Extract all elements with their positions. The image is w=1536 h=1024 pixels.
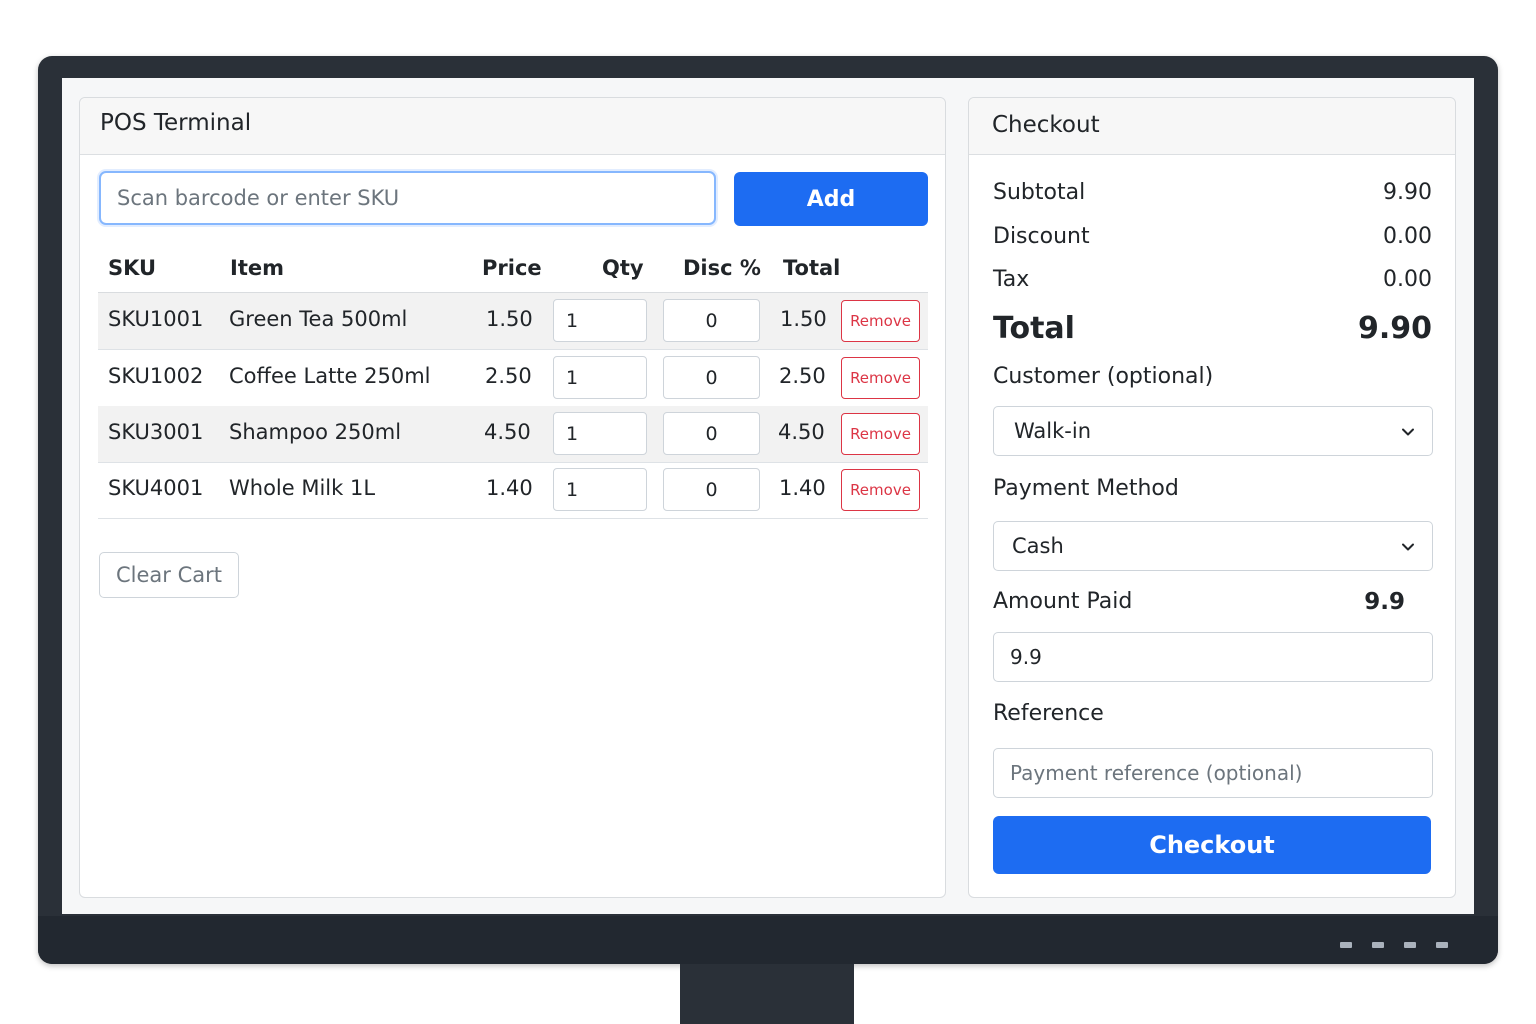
tax-label: Tax <box>993 267 1030 292</box>
subtotal-value: 9.90 <box>1383 180 1432 205</box>
row-price: 2.50 <box>485 364 532 388</box>
table-row: SKU4001 Whole Milk 1L 1.40 1.40 Remove <box>98 462 928 519</box>
checkout-header: Checkout <box>969 98 1455 155</box>
row-price: 4.50 <box>484 420 531 444</box>
payment-method-label: Payment Method <box>993 476 1179 501</box>
row-total: 4.50 <box>778 420 825 444</box>
monitor-button <box>1372 942 1384 948</box>
pos-terminal-panel: POS Terminal Add SKU Item Price Qty Disc… <box>79 97 946 898</box>
table-row: SKU1002 Coffee Latte 250ml 2.50 2.50 Rem… <box>98 350 928 407</box>
reference-label: Reference <box>993 701 1104 726</box>
payment-method-select[interactable]: Cash <box>993 521 1433 571</box>
subtotal-label: Subtotal <box>993 180 1086 205</box>
row-item: Shampoo 250ml <box>229 420 402 444</box>
row-item: Coffee Latte 250ml <box>229 364 431 388</box>
scan-input[interactable] <box>99 171 716 225</box>
column-header-item: Item <box>230 256 284 280</box>
row-price: 1.40 <box>486 476 533 500</box>
qty-input[interactable] <box>553 356 647 399</box>
row-total: 2.50 <box>779 364 826 388</box>
discount-input[interactable] <box>663 468 760 511</box>
reference-input[interactable] <box>993 748 1433 798</box>
monitor-button <box>1340 942 1352 948</box>
total-value: 9.90 <box>1357 311 1432 346</box>
remove-button[interactable]: Remove <box>841 413 920 455</box>
amount-paid-display: 9.9 <box>1364 589 1405 615</box>
total-label: Total <box>993 311 1075 346</box>
discount-input[interactable] <box>663 356 760 399</box>
pos-header: POS Terminal <box>80 98 945 155</box>
amount-paid-label: Amount Paid <box>993 589 1133 614</box>
clear-cart-button[interactable]: Clear Cart <box>99 552 239 598</box>
row-sku: SKU3001 <box>108 420 204 444</box>
monitor-button <box>1404 942 1416 948</box>
column-header-disc: Disc % <box>683 256 761 280</box>
row-item: Whole Milk 1L <box>229 476 376 500</box>
chevron-down-icon <box>1402 428 1414 436</box>
monitor-button <box>1436 942 1448 948</box>
column-header-sku: SKU <box>108 256 157 280</box>
monitor-stand <box>680 964 854 1024</box>
qty-input[interactable] <box>553 412 647 455</box>
row-sku: SKU1002 <box>108 364 204 388</box>
add-button[interactable]: Add <box>734 172 928 226</box>
row-total: 1.40 <box>779 476 826 500</box>
discount-input[interactable] <box>663 299 760 342</box>
customer-label: Customer (optional) <box>993 364 1214 389</box>
pos-title: POS Terminal <box>100 110 252 136</box>
remove-button[interactable]: Remove <box>841 357 920 399</box>
row-sku: SKU1001 <box>108 307 204 331</box>
qty-input[interactable] <box>553 468 647 511</box>
checkout-title: Checkout <box>992 112 1100 138</box>
chevron-down-icon <box>1402 543 1414 551</box>
payment-selected-value: Cash <box>1012 534 1064 558</box>
row-price: 1.50 <box>486 307 533 331</box>
qty-input[interactable] <box>553 299 647 342</box>
row-total: 1.50 <box>780 307 827 331</box>
monitor-chin <box>38 916 1498 964</box>
customer-select[interactable]: Walk-in <box>993 406 1433 456</box>
row-item: Green Tea 500ml <box>229 307 408 331</box>
checkout-button[interactable]: Checkout <box>993 816 1431 874</box>
table-row: SKU3001 Shampoo 250ml 4.50 4.50 Remove <box>98 406 928 463</box>
row-sku: SKU4001 <box>108 476 204 500</box>
monitor-buttons <box>1340 942 1448 948</box>
discount-value: 0.00 <box>1383 224 1432 249</box>
column-header-qty: Qty <box>602 256 644 280</box>
column-header-price: Price <box>482 256 542 280</box>
discount-input[interactable] <box>663 412 760 455</box>
tax-value: 0.00 <box>1383 267 1432 292</box>
discount-label: Discount <box>993 224 1090 249</box>
table-row: SKU1001 Green Tea 500ml 1.50 1.50 Remove <box>98 293 928 350</box>
checkout-panel: Checkout Subtotal 9.90 Discount 0.00 Tax… <box>968 97 1456 898</box>
remove-button[interactable]: Remove <box>841 469 920 511</box>
column-header-total: Total <box>783 256 841 280</box>
amount-paid-input[interactable] <box>993 632 1433 682</box>
remove-button[interactable]: Remove <box>841 300 920 342</box>
customer-selected-value: Walk-in <box>1014 419 1092 443</box>
